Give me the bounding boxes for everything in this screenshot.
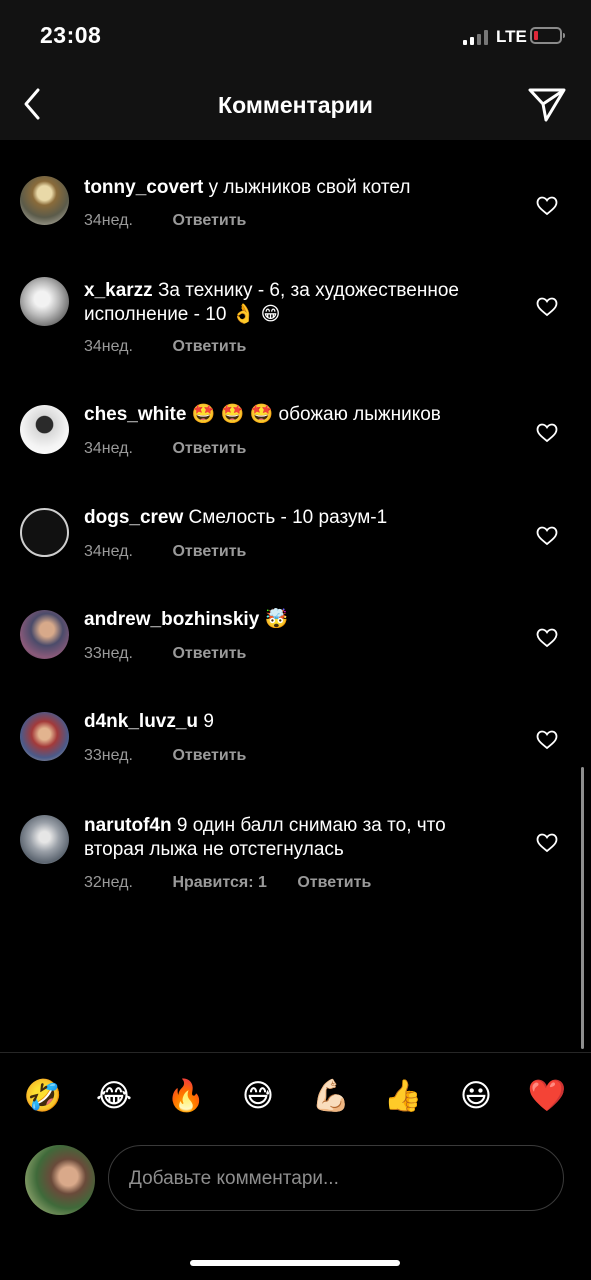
heart-icon[interactable] [536, 833, 558, 853]
comment-text: d4nk_luvz_u 9 [84, 710, 504, 734]
comment-body: Смелость - 10 разум-1 [188, 507, 388, 528]
comment-time: 33нед. [84, 645, 133, 662]
battery-icon [530, 27, 565, 44]
likes-count[interactable]: Нравится: 1 [172, 874, 266, 892]
header: Комментарии [0, 70, 591, 140]
comment-meta: 34нед. Ответить [84, 212, 246, 230]
comment-username[interactable]: ches_white [84, 404, 186, 425]
emoji-heart-button[interactable]: ❤️ [524, 1074, 570, 1118]
heart-icon[interactable] [536, 196, 558, 216]
comment-body: 🤩 🤩 🤩 обожаю лыжников [191, 404, 441, 425]
heart-icon[interactable] [536, 628, 558, 648]
heart-icon[interactable] [536, 526, 558, 546]
avatar[interactable] [20, 712, 69, 761]
emoji-muscle-button[interactable]: 💪🏻 [308, 1074, 354, 1118]
comment-time: 34нед. [84, 212, 133, 229]
reply-button[interactable]: Ответить [172, 645, 246, 662]
status-bar: 23:08 LTE [0, 0, 591, 70]
comment-meta: 34нед. Ответить [84, 440, 246, 458]
paper-plane-icon [528, 88, 566, 122]
status-time: 23:08 [40, 22, 102, 48]
emoji-fire-button[interactable]: 🔥 [163, 1074, 209, 1118]
avatar[interactable] [20, 277, 69, 326]
comment-username[interactable]: andrew_bozhinskiy [84, 609, 259, 630]
comment-username[interactable]: d4nk_luvz_u [84, 711, 198, 732]
comment-meta: 34нед. Ответить [84, 543, 246, 561]
comment-time: 34нед. [84, 543, 133, 560]
comment-text: tonny_covert у лыжников свой котел [84, 176, 504, 200]
comment-body: у лыжников свой котел [208, 177, 411, 198]
reply-button[interactable]: Ответить [297, 874, 371, 891]
comment-time: 34нед. [84, 440, 133, 457]
avatar[interactable] [20, 610, 69, 659]
avatar[interactable] [20, 405, 69, 454]
heart-icon[interactable] [536, 730, 558, 750]
avatar[interactable] [20, 815, 69, 864]
comment-input-placeholder: Добавьте комментари... [129, 1168, 339, 1189]
heart-icon[interactable] [536, 297, 558, 317]
avatar[interactable] [20, 176, 69, 225]
comment-meta: 32нед. Нравится: 1 Ответить [84, 874, 371, 892]
emoji-thumbs-up-button[interactable]: 👍 [380, 1074, 426, 1118]
comment-username[interactable]: dogs_crew [84, 507, 183, 528]
comment-time: 32нед. [84, 874, 133, 891]
network-type: LTE [496, 27, 527, 46]
emoji-sweat-smile-button[interactable]: 😅 [235, 1074, 281, 1118]
share-button[interactable] [524, 84, 568, 124]
comment-input[interactable]: Добавьте комментари... [108, 1145, 564, 1211]
reply-button[interactable]: Ответить [172, 543, 246, 560]
page-title: Комментарии [218, 92, 373, 118]
reply-button[interactable]: Ответить [172, 440, 246, 457]
comments-list[interactable]: tonny_covert у лыжников свой котел 34нед… [0, 140, 591, 1052]
comment-time: 33нед. [84, 747, 133, 764]
comment-body: 🤯 [264, 609, 289, 630]
emoji-bar: 🤣 😂 🔥 😅 💪🏻 👍 😃 ❤️ [0, 1074, 591, 1120]
signal-icon [463, 29, 491, 45]
comment-text: ches_white 🤩 🤩 🤩 обожаю лыжников [84, 403, 504, 427]
comment-text: x_karzz За технику - 6, за художественно… [84, 279, 504, 327]
home-indicator [190, 1260, 400, 1266]
scrollbar[interactable] [581, 767, 584, 1049]
reply-button[interactable]: Ответить [172, 212, 246, 229]
comment-meta: 33нед. Ответить [84, 747, 246, 765]
comment-meta: 34нед. Ответить [84, 338, 246, 356]
comment-body: 9 [203, 711, 214, 732]
heart-icon[interactable] [536, 423, 558, 443]
comment-time: 34нед. [84, 338, 133, 355]
emoji-joy-button[interactable]: 😂 [91, 1074, 137, 1118]
comment-text: dogs_crew Смелость - 10 разум-1 [84, 506, 504, 530]
current-user-avatar [25, 1145, 95, 1215]
avatar[interactable] [20, 508, 69, 557]
comment-username[interactable]: narutof4n [84, 815, 172, 836]
emoji-rofl-button[interactable]: 🤣 [20, 1074, 66, 1118]
reply-button[interactable]: Ответить [172, 338, 246, 355]
emoji-smiley-button[interactable]: 😃 [453, 1074, 499, 1118]
divider [0, 1052, 591, 1053]
comment-username[interactable]: x_karzz [84, 280, 153, 301]
comment-meta: 33нед. Ответить [84, 645, 246, 663]
reply-button[interactable]: Ответить [172, 747, 246, 764]
comment-text: narutof4n 9 один балл снимаю за то, что … [84, 814, 504, 862]
comment-username[interactable]: tonny_covert [84, 177, 203, 198]
comment-text: andrew_bozhinskiy 🤯 [84, 608, 504, 632]
